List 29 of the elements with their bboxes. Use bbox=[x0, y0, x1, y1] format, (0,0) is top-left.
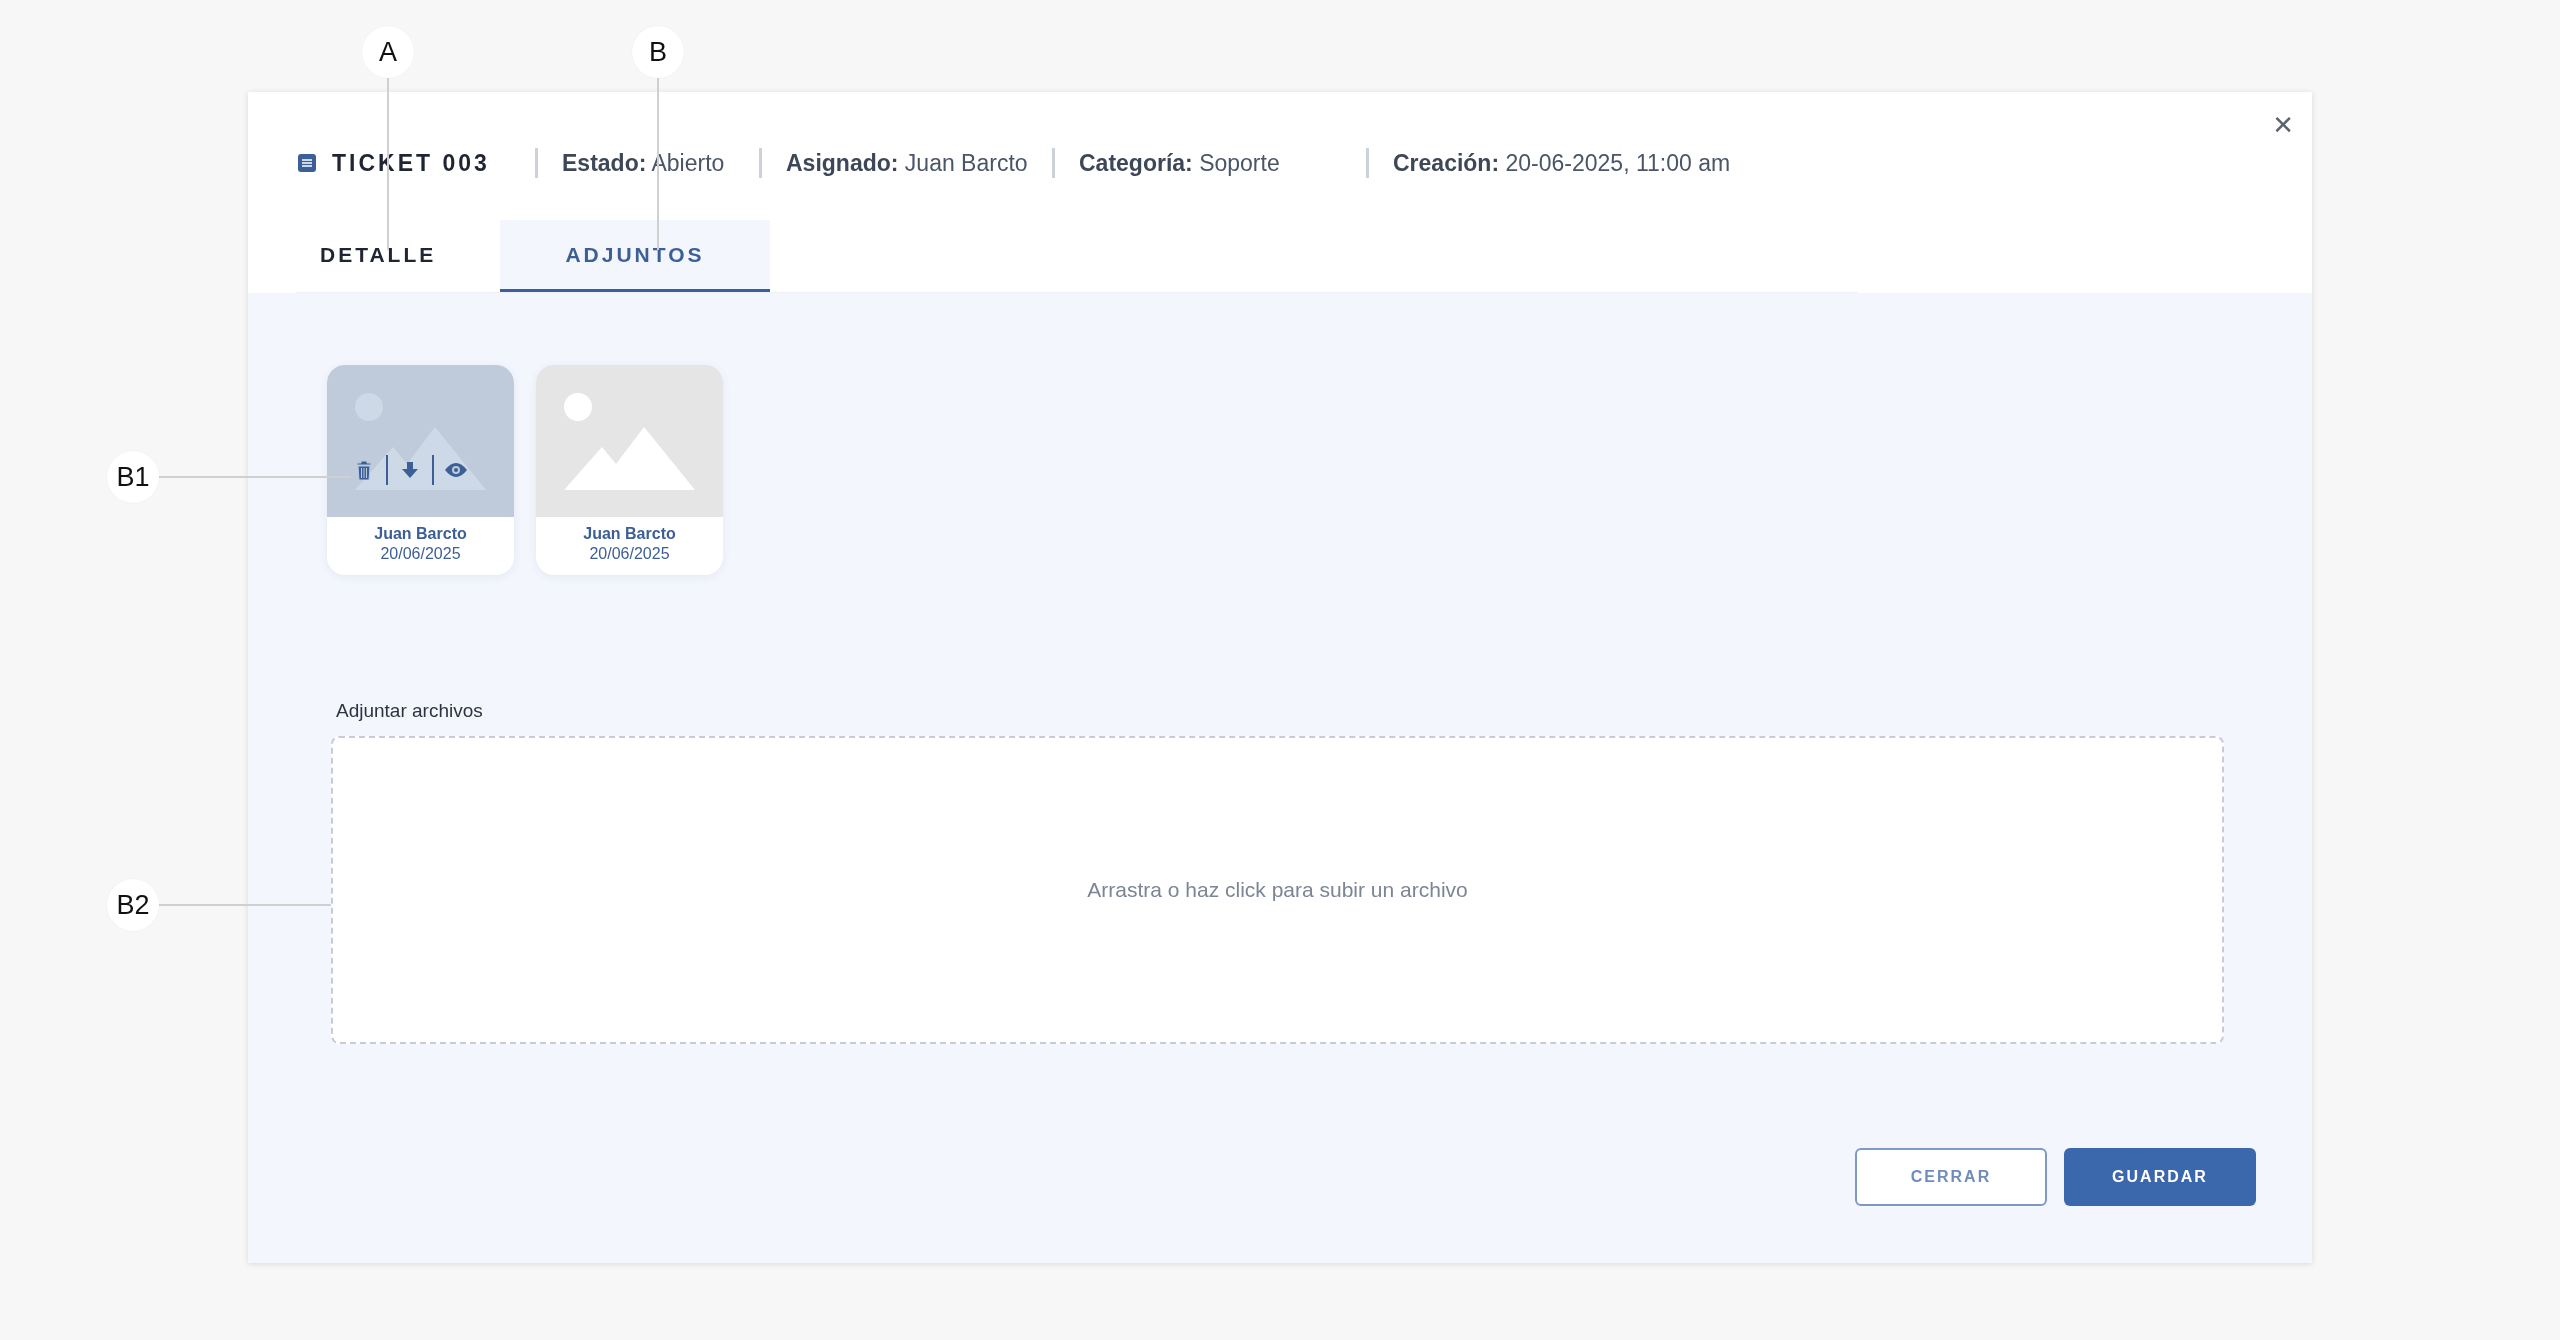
tab[interactable]: DETALLE bbox=[296, 220, 500, 292]
image-placeholder-icon bbox=[355, 393, 486, 490]
tab[interactable]: ADJUNTOS bbox=[500, 220, 770, 292]
callout-marker: B2 bbox=[107, 879, 159, 931]
callout-marker: A bbox=[362, 26, 414, 78]
trash-icon bbox=[356, 460, 372, 480]
eye-icon bbox=[444, 462, 468, 478]
callout-marker: B bbox=[632, 26, 684, 78]
close-button[interactable]: ✕ bbox=[2268, 106, 2298, 144]
drop-zone-placeholder: Arrastra o haz click para subir un archivo bbox=[1087, 878, 1468, 902]
close-dialog-button[interactable]: CERRAR bbox=[1855, 1148, 2047, 1206]
author-name: Juan Barcto bbox=[373, 524, 468, 544]
ticket-field: Estado: Abierto bbox=[562, 149, 759, 177]
ticket-field: Categoría: Soporte bbox=[1079, 149, 1366, 177]
file-drop-zone[interactable]: Arrastra o haz click para subir un archivo bbox=[331, 736, 2224, 1044]
ticket-icon bbox=[298, 154, 316, 172]
field-label: Adjuntar archivos bbox=[336, 700, 483, 722]
ticket-field: Creación: 20-06-2025, 11:00 am bbox=[1393, 149, 1731, 177]
ticket-title: TICKET 003 bbox=[332, 149, 491, 177]
download-arrow-icon bbox=[401, 461, 419, 479]
image-placeholder-icon bbox=[564, 393, 695, 490]
image-thumbnail[interactable] bbox=[327, 365, 514, 517]
image-thumbnail[interactable] bbox=[536, 365, 723, 517]
author-name: Juan Barcto bbox=[582, 524, 677, 544]
ticket-field: Asignado: Juan Barcto bbox=[786, 149, 1052, 177]
upload-date: 20/06/2025 bbox=[588, 544, 671, 564]
save-button[interactable]: GUARDAR bbox=[2064, 1148, 2256, 1206]
callout-marker: B1 bbox=[107, 451, 159, 503]
upload-date: 20/06/2025 bbox=[379, 544, 462, 564]
